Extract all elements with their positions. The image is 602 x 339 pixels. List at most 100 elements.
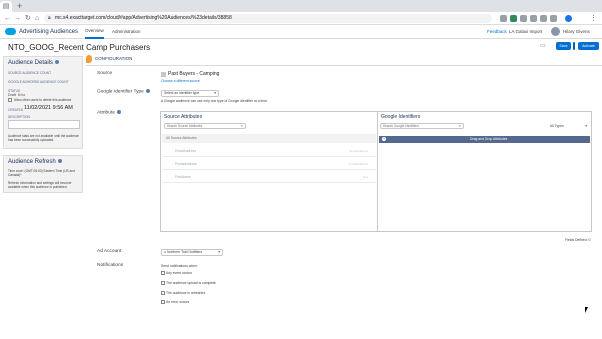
created-label: CREATED — [8, 108, 23, 112]
extension-icon[interactable] — [550, 15, 557, 22]
audience-refresh-heading: Audience Refresh — [8, 159, 62, 165]
source-attributes-search[interactable]: Search Source Attributes ⌕ — [164, 123, 246, 129]
reload-icon[interactable]: ↻ — [25, 13, 31, 24]
audience-details-heading: Audience Details — [8, 60, 60, 66]
attribute-label: Attribute — [97, 110, 121, 115]
allow-delete-label: Allow other users to delete this audienc… — [14, 98, 72, 102]
extension-icon[interactable] — [530, 15, 537, 22]
activate-button[interactable]: Activate — [578, 42, 599, 50]
google-icon: ● — [164, 250, 167, 254]
notify-refreshed-label: The audience is refreshed — [166, 291, 206, 295]
back-icon[interactable]: ← — [4, 13, 11, 24]
ad-account-label: Ad Account — [97, 249, 122, 254]
new-tab-icon[interactable]: + — [17, 1, 22, 11]
column-divider — [377, 112, 378, 231]
home-icon[interactable]: ⌂ — [35, 13, 39, 24]
notify-error-checkbox[interactable] — [161, 300, 165, 304]
chevron-down-icon: ▾ — [214, 91, 216, 95]
timezone-text: Time zone: (GMT-05:00) Eastern Time (US … — [8, 169, 75, 177]
screen: ▤ + ← → ↻ ⌂ 🔒︎ mc.s4.exacttarget.com/clo… — [0, 0, 602, 339]
google-identifier-label: Google Identifier Type — [97, 89, 150, 94]
created-value: 11/02/2021 9:56 AM — [24, 105, 73, 111]
browser-tab[interactable]: ▤ — [0, 1, 12, 12]
stats-note: Audience stats are not available until t… — [8, 134, 80, 142]
profile-icon[interactable] — [565, 15, 572, 22]
info-icon[interactable] — [145, 89, 150, 93]
notify-upload-complete-label: The audience upload is complete — [166, 281, 216, 285]
info-icon[interactable] — [57, 159, 62, 164]
extension-icon[interactable] — [540, 15, 547, 22]
business-unit-selector[interactable]: LA Galaxi Import — [509, 25, 542, 39]
search-placeholder: Search Source Attributes — [167, 124, 203, 128]
identifier-type-select[interactable]: Select an identifier type ▾ — [161, 90, 219, 97]
list-item[interactable]: FirstName Text — [162, 171, 376, 183]
drop-target[interactable]: + Drag and Drop Attributes — [379, 136, 590, 143]
notify-any-event-checkbox[interactable] — [161, 271, 165, 275]
source-label: Source — [97, 71, 113, 76]
attribute-mapper: Source Attributes Search Source Attribut… — [160, 111, 592, 232]
url-text: mc.s4.exacttarget.com/cloud/#app/Adverti… — [55, 15, 232, 21]
description-label: DESCRIPTION — [8, 115, 30, 119]
save-dropdown-button[interactable] — [573, 42, 575, 50]
page-title: NTO_GOOG_Recent Camp Purchasers — [8, 43, 151, 52]
source-attributes-heading: Source Attributes — [164, 114, 203, 120]
type-filter-select[interactable]: All Types ▾ — [547, 123, 590, 129]
extension-icon[interactable] — [510, 15, 517, 22]
chevron-down-icon: ▾ — [585, 124, 587, 128]
tab-overview[interactable]: Overview — [85, 25, 104, 39]
list-item[interactable]: EmailAddress EmailAddress — [162, 145, 376, 157]
extension-icon[interactable] — [520, 15, 527, 22]
app-header: Advertising Audiences Overview Administr… — [0, 25, 602, 39]
search-icon: ⌕ — [240, 123, 243, 128]
tab-administration[interactable]: Administration — [112, 25, 141, 39]
drop-target-label: Drag and Drop Attributes — [470, 137, 508, 141]
browser-tab-strip: ▤ + — [0, 0, 602, 12]
avatar[interactable] — [551, 27, 560, 36]
folder-icon — [161, 72, 166, 77]
notify-error-label: An error occurs — [166, 300, 190, 304]
search-placeholder: Search Google Identifiers — [383, 124, 419, 128]
address-bar[interactable]: 🔒︎ mc.s4.exacttarget.com/cloud/#app/Adve… — [44, 14, 492, 23]
status-badge: Draft Beta — [8, 93, 26, 97]
layout-icon[interactable]: ▭ — [540, 42, 546, 49]
fields-defined-count: Fields Defined: 0 — [565, 238, 591, 242]
browser-toolbar: ← → ↻ ⌂ 🔒︎ mc.s4.exacttarget.com/cloud/#… — [0, 12, 602, 25]
location-pin-icon — [86, 55, 92, 63]
attribute-name: FirstName — [175, 175, 191, 179]
source-count-label: SOURCE AUDIENCE COUNT — [8, 71, 52, 75]
allow-delete-checkbox[interactable] — [8, 98, 12, 102]
notify-upload-complete-checkbox[interactable] — [161, 281, 165, 285]
attribute-type: EmailAddress — [349, 149, 368, 153]
audience-details-panel: Audience Details SOURCE AUDIENCE COUNT G… — [3, 56, 83, 149]
user-name[interactable]: Hilary Givens — [563, 25, 590, 39]
source-attributes-list-header: All Source Attributes — [162, 134, 376, 143]
info-icon[interactable] — [116, 110, 121, 114]
notify-refreshed-checkbox[interactable] — [161, 291, 165, 295]
attribute-type: Text — [362, 175, 368, 179]
list-item[interactable]: PostalAddress PostalAddress — [162, 158, 376, 170]
search-icon: ⌕ — [458, 123, 461, 128]
extension-icon[interactable] — [500, 15, 507, 22]
feedback-link[interactable]: Feedback — [487, 25, 507, 39]
google-identifiers-search[interactable]: Search Google Identifiers ⌕ — [380, 123, 464, 129]
more-menu-icon[interactable]: ⋮ — [590, 13, 597, 24]
lock-icon: 🔒︎ — [48, 15, 51, 21]
google-count-label: GOOGLE ADWORDS AUDIENCE COUNT — [8, 80, 69, 84]
info-icon[interactable] — [55, 60, 60, 65]
save-button[interactable]: Save — [556, 42, 571, 50]
divider — [86, 65, 602, 66]
attribute-name: PostalAddress — [175, 162, 197, 166]
notifications-label: Notifications — [97, 263, 124, 268]
forward-icon[interactable]: → — [14, 13, 21, 24]
audience-refresh-panel: Audience Refresh Time zone: (GMT-05:00) … — [3, 155, 83, 193]
mouse-cursor-icon — [585, 307, 588, 313]
google-identifiers-heading: Google Identifiers — [381, 114, 421, 120]
description-field[interactable] — [8, 120, 80, 129]
page-icon: ▤ — [2, 3, 10, 10]
add-icon: + — [382, 136, 386, 141]
refresh-note: Refresh information and settings will be… — [8, 181, 72, 189]
cloud-logo-icon — [5, 28, 16, 35]
chevron-down-icon: ▾ — [218, 250, 220, 254]
change-source-link[interactable]: Choose a different source — [161, 79, 200, 83]
ad-account-select[interactable]: ● Northern Trail Outfitters ▾ — [161, 249, 223, 256]
